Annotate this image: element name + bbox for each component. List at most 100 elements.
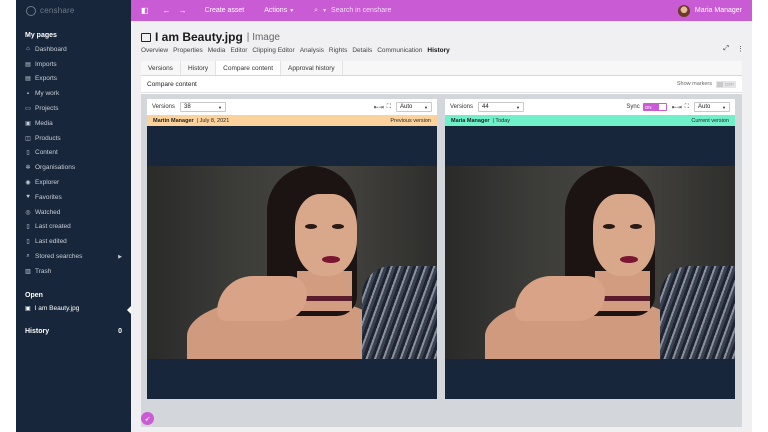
chevron-down-icon: ▼ xyxy=(218,104,223,110)
chevron-down-icon: ▼ xyxy=(322,7,328,14)
zoom-select-right[interactable]: Auto ▼ xyxy=(694,102,730,112)
app-window: censhare ◧ ← → Create asset Actions ▼ ⌕ … xyxy=(16,0,752,432)
version-info-bar-right: Maria Manager | Today Current version xyxy=(445,115,735,126)
pane-toolbar-left: Versions 38 ▼ ⇤⇥ ⛶ Auto ▼ xyxy=(147,99,437,115)
file-edit-icon: ▯ xyxy=(26,239,30,246)
sidebar-item-imports[interactable]: ▤ Imports xyxy=(16,57,131,72)
rocket-icon: ➶ xyxy=(144,415,151,423)
create-asset-button[interactable]: Create asset xyxy=(205,7,245,14)
file-plus-icon: ▯ xyxy=(26,224,30,231)
more-vertical-icon[interactable]: ⋮ xyxy=(737,45,744,53)
actions-label: Actions xyxy=(264,7,288,14)
sync-toggle[interactable]: ON xyxy=(642,103,667,111)
forward-arrow-icon[interactable]: → xyxy=(179,6,187,15)
compass-icon: ◉ xyxy=(25,180,31,187)
tab-overview[interactable]: Overview xyxy=(141,47,168,54)
tab-properties[interactable]: Properties xyxy=(173,47,203,54)
sidebar-item-exports[interactable]: ▤ Exports xyxy=(16,72,131,87)
collapse-icon[interactable]: ⇤⇥ xyxy=(672,104,682,111)
version-date: | Today xyxy=(492,117,511,124)
tab-media[interactable]: Media xyxy=(208,47,226,54)
search-bar[interactable]: ⌕ ▼ Search in censhare xyxy=(314,7,391,15)
sidebar-toggle-icon[interactable]: ◧ xyxy=(141,6,149,15)
avatar xyxy=(677,4,690,17)
home-icon: ⌂ xyxy=(26,46,30,53)
versions-label: Versions xyxy=(152,104,176,110)
sidebar-item-trash[interactable]: ▥ Trash xyxy=(16,264,131,279)
image-icon: ▣ xyxy=(25,305,31,312)
sidebar-item-projects[interactable]: ▭ Projects xyxy=(16,101,131,116)
asset-type: | Image xyxy=(246,31,280,43)
logo[interactable]: censhare xyxy=(16,0,131,21)
tab-compare-content[interactable]: Compare content xyxy=(216,61,282,75)
tab-history[interactable]: History xyxy=(427,47,449,54)
export-icon: ▤ xyxy=(25,76,31,83)
sidebar-item-dashboard[interactable]: ⌂ Dashboard xyxy=(16,42,131,57)
versions-label: Versions xyxy=(450,104,474,110)
sidebar-item-favorites[interactable]: ♥ Favorites xyxy=(16,190,131,205)
sidebar-item-last-edited[interactable]: ▯ Last edited xyxy=(16,234,131,249)
sidebar-item-media[interactable]: ▣ Media xyxy=(16,116,131,131)
sidebar-open-asset[interactable]: ▣ I am Beauty.jpg xyxy=(16,302,131,315)
user-name: Maria Manager xyxy=(694,7,742,14)
fullscreen-icon[interactable]: ⛶ xyxy=(387,104,391,111)
back-arrow-icon[interactable]: ← xyxy=(163,6,171,15)
actions-menu[interactable]: Actions ▼ xyxy=(264,7,294,14)
top-bar: censhare ◧ ← → Create asset Actions ▼ ⌕ … xyxy=(16,0,752,21)
image-preview-right[interactable] xyxy=(445,126,735,399)
chevron-right-icon: ▶ xyxy=(118,253,122,260)
show-markers-toggle[interactable]: OFF xyxy=(716,80,736,88)
tab-clipping-editor[interactable]: Clipping Editor xyxy=(252,47,294,54)
tab-history-log[interactable]: History xyxy=(181,61,217,75)
version-tag: Previous version xyxy=(390,117,431,124)
asset-tabs: Overview Properties Media Editor Clippin… xyxy=(141,47,450,54)
chevron-down-icon: ▼ xyxy=(516,104,521,110)
tab-analysis[interactable]: Analysis xyxy=(300,47,324,54)
zoom-select-left[interactable]: Auto ▼ xyxy=(396,102,432,112)
sidebar-history[interactable]: History 0 xyxy=(16,325,131,338)
tab-rights[interactable]: Rights xyxy=(329,47,347,54)
sync-control: Sync ON xyxy=(626,103,667,111)
sidebar-item-products[interactable]: ◫ Products xyxy=(16,131,131,146)
collapse-icon[interactable]: ⇤⇥ xyxy=(374,104,384,111)
version-date: | July 8, 2021 xyxy=(196,117,230,124)
asset-title-row: I am Beauty.jpg | Image xyxy=(141,30,280,44)
image-icon: ▣ xyxy=(25,120,31,127)
sidebar-item-organisations[interactable]: ✲ Organisations xyxy=(16,160,131,175)
user-menu[interactable]: Maria Manager xyxy=(677,4,742,17)
version-select-left[interactable]: 38 ▼ xyxy=(180,102,227,112)
tab-communication[interactable]: Communication xyxy=(377,47,422,54)
sidebar-item-explorer[interactable]: ◉ Explorer xyxy=(16,175,131,190)
image-icon xyxy=(141,32,151,42)
sidebar-item-stored-searches[interactable]: ⌕ Stored searches ▶ xyxy=(16,249,131,264)
trash-icon: ▥ xyxy=(25,268,31,275)
history-panel: Versions History Compare content Approva… xyxy=(141,61,742,427)
sidebar-item-my-work[interactable]: ▪ My work xyxy=(16,86,131,101)
history-count: 0 xyxy=(118,327,122,335)
version-tag: Current version xyxy=(691,117,729,124)
sidebar-item-content[interactable]: ▯ Content xyxy=(16,146,131,161)
sidebar-item-last-created[interactable]: ▯ Last created xyxy=(16,220,131,235)
expand-icon[interactable]: ⤢ xyxy=(723,45,729,53)
search-input[interactable]: Search in censhare xyxy=(331,7,391,14)
tab-details[interactable]: Details xyxy=(352,47,372,54)
fullscreen-icon[interactable]: ⛶ xyxy=(685,104,689,111)
compare-title: Compare content xyxy=(147,80,197,88)
logo-icon xyxy=(26,5,36,16)
tab-approval-history[interactable]: Approval history xyxy=(281,61,343,75)
sidebar-item-watched[interactable]: ◎ Watched xyxy=(16,205,131,220)
search-icon: ⌕ xyxy=(314,6,319,14)
main-content: I am Beauty.jpg | Image ⤢ ⋮ Overview Pro… xyxy=(131,21,752,432)
image-preview-left[interactable] xyxy=(147,126,437,399)
chevron-down-icon: ▼ xyxy=(289,7,295,14)
quick-action-button[interactable]: ➶ xyxy=(141,412,154,425)
document-icon: ▯ xyxy=(26,150,30,157)
heart-icon: ♥ xyxy=(26,194,30,201)
tab-editor[interactable]: Editor xyxy=(230,47,247,54)
compare-pane-left: Versions 38 ▼ ⇤⇥ ⛶ Auto ▼ Martin Manager… xyxy=(147,99,437,399)
version-select-right[interactable]: 44 ▼ xyxy=(478,102,525,112)
asset-photo xyxy=(445,166,735,359)
tab-versions[interactable]: Versions xyxy=(141,61,181,75)
chevron-down-icon: ▼ xyxy=(424,104,428,110)
folder-icon: ▭ xyxy=(25,106,31,113)
